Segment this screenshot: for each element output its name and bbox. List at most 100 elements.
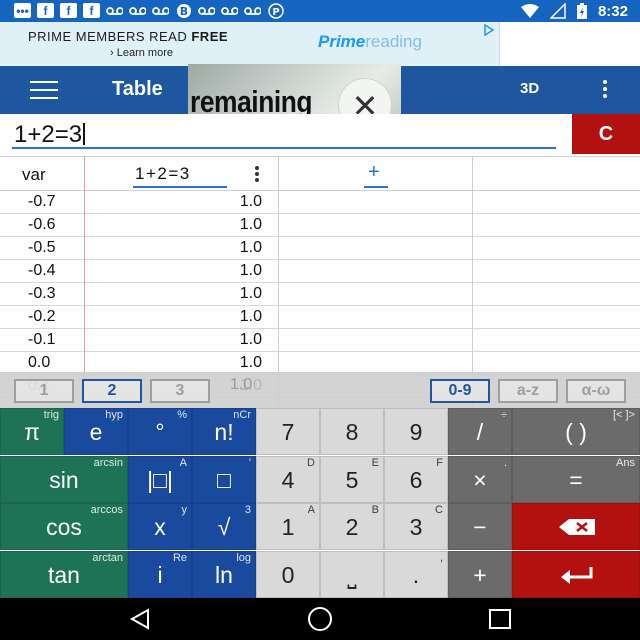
table-row[interactable]: -0.5 1.0 bbox=[0, 237, 640, 260]
key-label: 4 bbox=[281, 466, 295, 493]
table-row[interactable]: -0.1 1.0 bbox=[0, 329, 640, 352]
keyboard-mode-tab-digits[interactable]: 0-9 bbox=[430, 379, 490, 403]
digit-9-key[interactable]: 9 bbox=[384, 408, 448, 455]
keyboard-mode-tab-greek[interactable]: α-ω bbox=[566, 379, 626, 403]
decimal-key[interactable]: ,. bbox=[384, 550, 448, 598]
abs-key[interactable]: A |□| bbox=[128, 455, 192, 503]
digit-5-key[interactable]: E5 bbox=[320, 455, 384, 503]
expression-input[interactable]: 1+2=3 bbox=[14, 121, 86, 149]
home-icon[interactable] bbox=[306, 606, 334, 632]
table-row[interactable]: -0.7 1.0 bbox=[0, 191, 640, 214]
key-label: . bbox=[412, 561, 420, 588]
digit-3-key[interactable]: C3 bbox=[384, 503, 448, 550]
ad-headline: PRIME MEMBERS READ FREE bbox=[28, 29, 229, 44]
key-label: sin bbox=[49, 466, 79, 493]
key-label: 0 bbox=[281, 561, 295, 588]
digit-7-key[interactable]: 7 bbox=[256, 408, 320, 455]
facebook-icon: f bbox=[60, 3, 77, 18]
enter-key[interactable] bbox=[512, 550, 640, 598]
enter-icon bbox=[561, 566, 593, 584]
key-label: × bbox=[473, 466, 487, 493]
key-label: |□| bbox=[147, 466, 173, 493]
voicemail-icon bbox=[129, 3, 146, 18]
cell-var-value: -0.1 bbox=[28, 331, 56, 348]
divide-key[interactable]: ÷ / bbox=[448, 408, 512, 455]
factorial-key[interactable]: nCr n! bbox=[192, 408, 256, 455]
keyboard-mode-tab-latin[interactable]: a-z bbox=[498, 379, 558, 403]
cell-var-value: -0.7 bbox=[28, 193, 56, 210]
notification-icons: ••• f f f B P bbox=[14, 2, 284, 19]
sin-key[interactable]: arcsin sin bbox=[0, 455, 128, 503]
more-options-icon[interactable] bbox=[598, 80, 612, 100]
digit-4-key[interactable]: D4 bbox=[256, 455, 320, 503]
key-label: ° bbox=[155, 419, 165, 445]
header-var: var bbox=[22, 165, 46, 184]
navigation-bar bbox=[0, 598, 640, 640]
table-row[interactable]: -0.4 1.0 bbox=[0, 260, 640, 283]
column-menu-icon[interactable] bbox=[255, 166, 261, 184]
table-row[interactable]: -0.3 1.0 bbox=[0, 283, 640, 306]
sqrt-key[interactable]: 3 √ bbox=[192, 503, 256, 550]
cell-var-value: -0.4 bbox=[28, 262, 56, 279]
space-key[interactable]: ⎵ bbox=[320, 550, 384, 598]
pi-key[interactable]: trig π bbox=[0, 408, 64, 455]
cell-function-value: 1.0 bbox=[239, 285, 262, 302]
x-key[interactable]: yx bbox=[128, 503, 192, 550]
digit-8-key[interactable]: 8 bbox=[320, 408, 384, 455]
degree-key[interactable]: % ° bbox=[128, 408, 192, 455]
ad-learn-more[interactable]: › Learn more bbox=[110, 47, 173, 59]
key-label: i bbox=[157, 561, 163, 588]
table-row[interactable]: -0.6 1.0 bbox=[0, 214, 640, 237]
imaginary-key[interactable]: Re i bbox=[128, 550, 192, 598]
key-label: cos bbox=[46, 514, 82, 540]
ad-choices-icon[interactable] bbox=[483, 24, 495, 36]
facebook-icon: f bbox=[83, 3, 100, 18]
bluetooth-icon: B bbox=[175, 3, 192, 18]
plus-key[interactable]: + bbox=[448, 550, 512, 598]
equals-key[interactable]: Ans = bbox=[512, 455, 640, 503]
cell-var-value: 0.0 bbox=[28, 354, 51, 371]
ln-key[interactable]: log ln bbox=[192, 550, 256, 598]
ad-banner[interactable]: PRIME MEMBERS READ FREE › Learn more Pri… bbox=[0, 22, 500, 66]
multiply-key[interactable]: . × bbox=[448, 455, 512, 503]
recents-icon[interactable] bbox=[488, 608, 512, 630]
add-column-button[interactable]: + bbox=[368, 161, 380, 184]
pinterest-icon: P bbox=[267, 2, 284, 19]
keyboard-page-tab-1[interactable]: 1 bbox=[14, 379, 74, 403]
key-label: 8 bbox=[345, 419, 359, 445]
header-function[interactable]: 1+2=3 bbox=[135, 164, 191, 184]
table-row[interactable]: -0.2 1.0 bbox=[0, 306, 640, 329]
minus-key[interactable]: − bbox=[448, 503, 512, 550]
svg-text:B: B bbox=[179, 5, 187, 18]
digit-0-key[interactable]: 0 bbox=[256, 550, 320, 598]
battery-icon bbox=[576, 3, 587, 19]
e-key[interactable]: hyp e bbox=[64, 408, 128, 455]
parentheses-key[interactable]: [< ]>( ) bbox=[512, 408, 640, 455]
keyboard-page-tab-2[interactable]: 2 bbox=[82, 379, 142, 403]
signal-icon bbox=[549, 3, 566, 19]
facebook-icon: f bbox=[37, 3, 54, 18]
digit-2-key[interactable]: B2 bbox=[320, 503, 384, 550]
cell-function-value: 1.0 bbox=[239, 354, 262, 371]
voicemail-icon bbox=[244, 3, 261, 18]
key-label: 9 bbox=[409, 419, 423, 445]
power-key[interactable]: ' □ bbox=[192, 455, 256, 503]
digit-1-key[interactable]: A1 bbox=[256, 503, 320, 550]
backspace-key[interactable] bbox=[512, 503, 640, 550]
clear-button[interactable]: C bbox=[572, 114, 640, 154]
key-label: tan bbox=[48, 561, 80, 588]
wifi-icon bbox=[520, 4, 539, 18]
menu-icon[interactable] bbox=[30, 81, 58, 99]
cell-var-value: -0.5 bbox=[28, 239, 56, 256]
key-label: + bbox=[473, 561, 487, 588]
cos-key[interactable]: arccos cos bbox=[0, 503, 128, 550]
cell-var-value: -0.2 bbox=[28, 308, 56, 325]
cell-function-value: 1.0 bbox=[239, 216, 262, 233]
back-icon[interactable] bbox=[128, 608, 152, 630]
cell-var-value: -0.6 bbox=[28, 216, 56, 233]
keyboard-page-tab-3[interactable]: 3 bbox=[150, 379, 210, 403]
tan-key[interactable]: arctan tan bbox=[0, 550, 128, 598]
3d-button[interactable]: 3D bbox=[520, 80, 539, 97]
app-title: Table bbox=[112, 78, 163, 100]
digit-6-key[interactable]: F6 bbox=[384, 455, 448, 503]
